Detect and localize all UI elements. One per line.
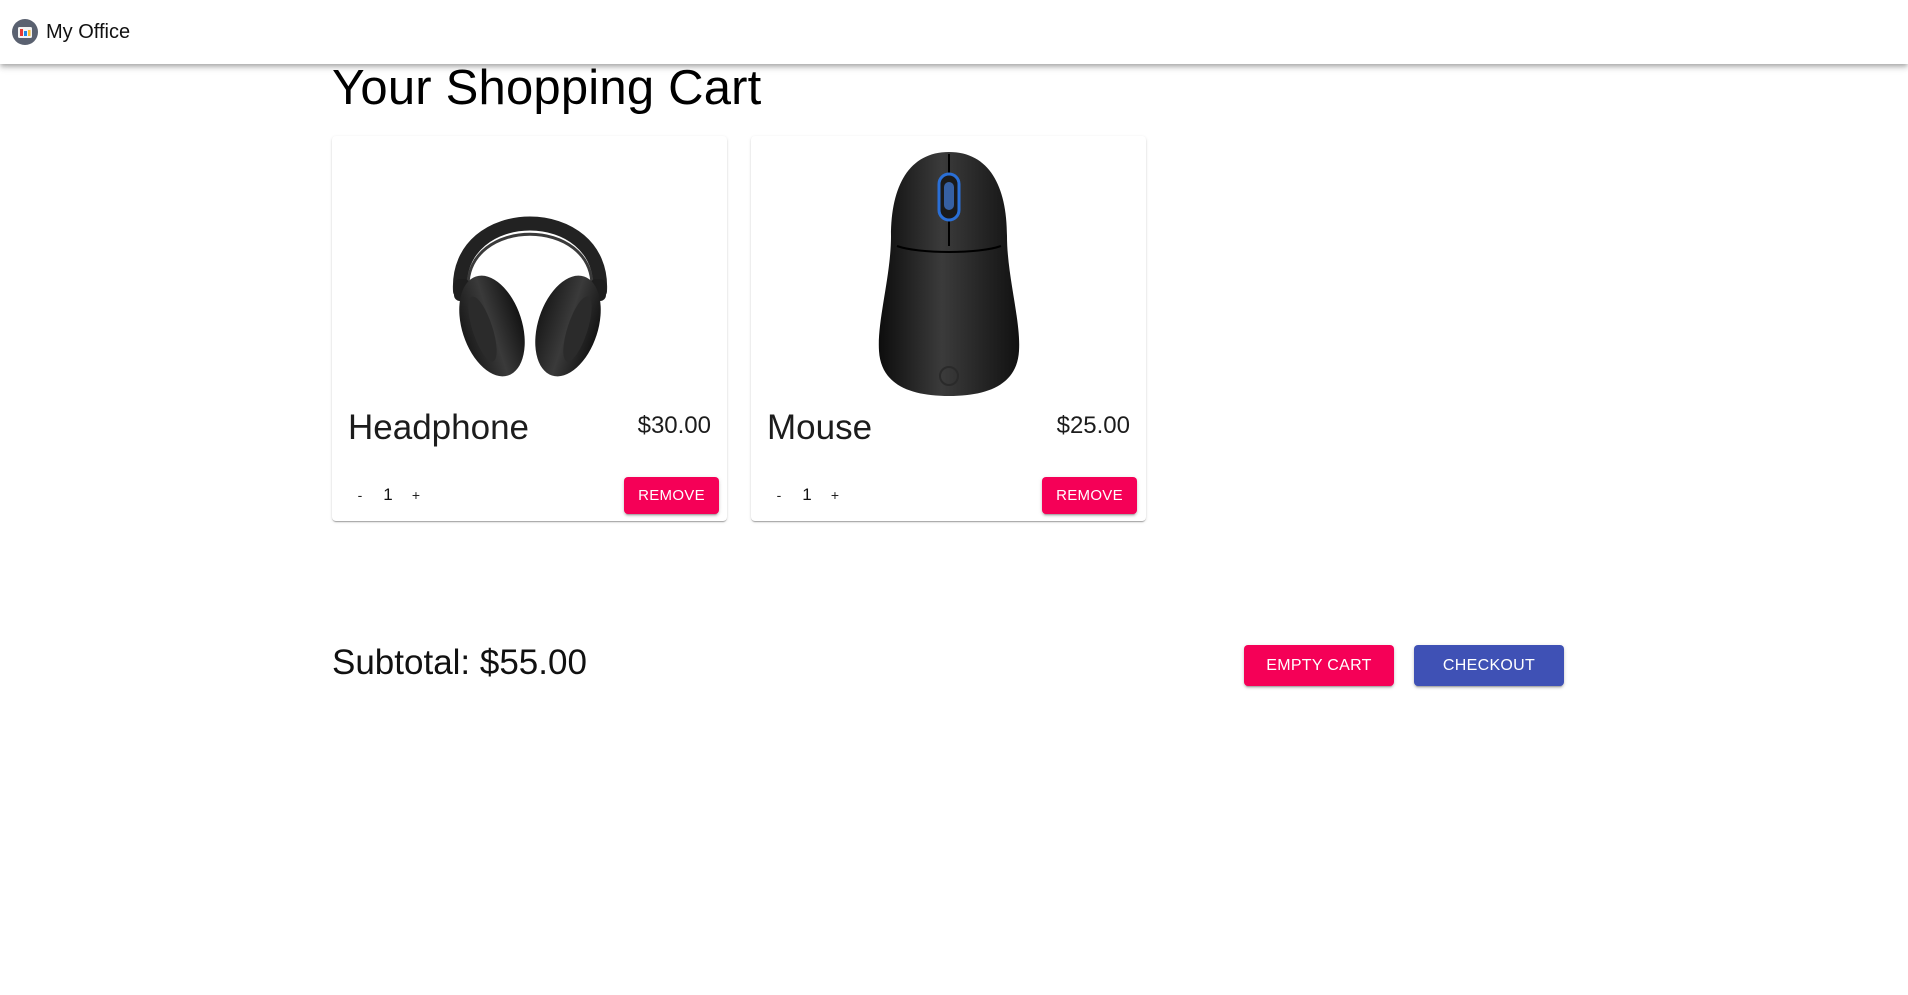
remove-button[interactable]: REMOVE xyxy=(1042,477,1137,514)
subtotal: Subtotal: $55.00 xyxy=(332,643,587,682)
office-logo-icon[interactable] xyxy=(12,19,38,45)
mouse-image xyxy=(751,146,1146,396)
page-title: Your Shopping Cart xyxy=(332,61,762,115)
item-price: $25.00 xyxy=(1056,412,1130,439)
quantity-stepper: - 1 + xyxy=(342,476,434,514)
quantity-value: 1 xyxy=(383,485,393,504)
item-name: Mouse xyxy=(767,408,873,447)
item-name: Headphone xyxy=(348,408,529,447)
app-title[interactable]: My Office xyxy=(46,21,130,44)
decrement-button[interactable]: - xyxy=(761,477,797,513)
quantity-stepper: - 1 + xyxy=(761,476,853,514)
decrement-button[interactable]: - xyxy=(342,477,378,513)
item-price: $30.00 xyxy=(637,412,711,439)
increment-button[interactable]: + xyxy=(817,477,853,513)
app-bar: My Office xyxy=(0,0,1908,64)
remove-button[interactable]: REMOVE xyxy=(624,477,719,514)
increment-button[interactable]: + xyxy=(398,477,434,513)
quantity-value: 1 xyxy=(802,485,812,504)
checkout-button[interactable]: CHECKOUT xyxy=(1414,645,1564,686)
cart-item-card: Mouse $25.00 - 1 + REMOVE xyxy=(751,136,1146,521)
empty-cart-button[interactable]: EMPTY CART xyxy=(1244,645,1394,686)
cart-item-card: Headphone $30.00 - 1 + REMOVE xyxy=(332,136,727,521)
headphone-image xyxy=(332,146,727,396)
